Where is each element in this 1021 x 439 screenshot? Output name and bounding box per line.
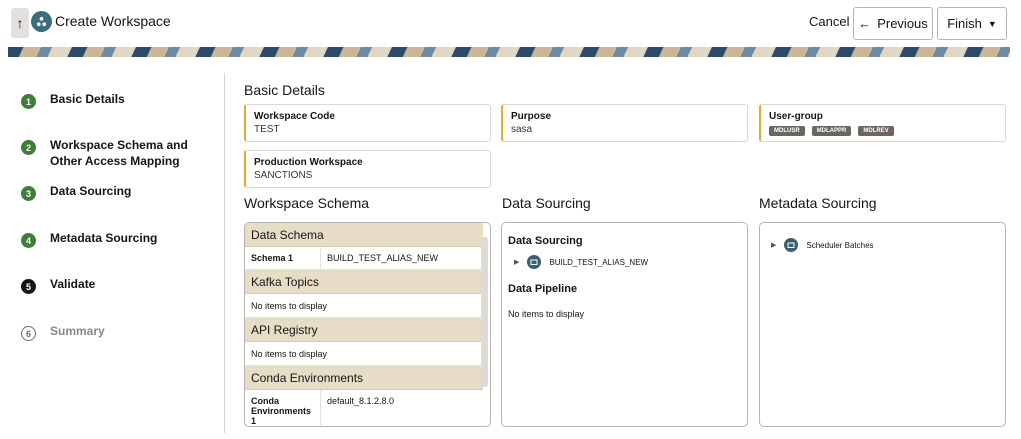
step-label: Validate	[50, 277, 96, 291]
api-registry-header: API Registry	[245, 318, 483, 342]
workspace-app-icon	[31, 11, 52, 32]
step-number-4: 4	[21, 233, 36, 248]
table-row: Schema 1 BUILD_TEST_ALIAS_NEW	[245, 247, 483, 270]
folder-icon	[527, 255, 542, 269]
user-group-label: User-group	[769, 111, 823, 122]
user-group-badge: MDLAPPR	[811, 126, 852, 136]
step-summary[interactable]: 6 Summary	[21, 323, 210, 341]
user-group-card: User-group MDLUSR MDLAPPR MDLREV	[759, 104, 1006, 142]
expand-icon[interactable]: ▶	[771, 241, 776, 249]
data-pipeline-empty-message: No items to display	[508, 309, 585, 319]
previous-button-label: Previous	[877, 16, 928, 31]
metadata-sourcing-heading: Metadata Sourcing	[759, 195, 877, 211]
metadata-tree-item[interactable]: ▶ Scheduler Batches	[771, 238, 1005, 252]
data-sourcing-heading: Data Sourcing	[502, 195, 591, 211]
step-number-1: 1	[21, 94, 36, 109]
purpose-label: Purpose	[511, 111, 552, 122]
conda-key: Conda Environments 1	[245, 390, 321, 426]
cancel-button[interactable]: Cancel	[809, 14, 849, 29]
decorative-banner	[8, 47, 1010, 57]
folder-icon	[784, 238, 799, 252]
previous-button[interactable]: ← Previous	[853, 7, 933, 40]
step-number-2: 2	[21, 140, 36, 155]
kafka-topics-header: Kafka Topics	[245, 270, 483, 294]
finish-button-label: Finish	[947, 16, 982, 31]
api-empty-message: No items to display	[245, 342, 483, 366]
data-source-name: BUILD_TEST_ALIAS_NEW	[549, 257, 649, 267]
purpose-value: sasa	[511, 124, 533, 135]
arrow-up-icon: ↑	[16, 15, 24, 31]
data-pipeline-title: Data Pipeline	[508, 283, 578, 295]
step-number-3: 3	[21, 186, 36, 201]
wizard-steps: 1 Basic Details 2 Workspace Schema and O…	[8, 73, 225, 433]
step-label: Workspace Schema and Other Access Mappin…	[50, 138, 188, 168]
step-label: Data Sourcing	[50, 184, 132, 198]
step-basic-details[interactable]: 1 Basic Details	[21, 91, 210, 109]
table-row: Conda Environments 1 default_8.1.2.8.0	[245, 390, 483, 426]
user-group-badges: MDLUSR MDLAPPR MDLREV	[769, 126, 997, 136]
production-workspace-card: Production Workspace SANCTIONS	[244, 150, 491, 188]
workspace-schema-heading: Workspace Schema	[244, 195, 370, 211]
purpose-card: Purpose sasa	[501, 104, 748, 142]
step-number-5: 5	[21, 279, 36, 294]
workspace-code-label: Workspace Code	[254, 111, 335, 122]
user-group-badge: MDLREV	[858, 126, 894, 136]
arrow-left-icon: ←	[858, 16, 872, 31]
step-label: Metadata Sourcing	[50, 231, 158, 245]
step-validate[interactable]: 5 Validate	[21, 276, 210, 294]
data-sourcing-panel: Data Sourcing ▶ BUILD_TEST_ALIAS_NEW Dat…	[501, 222, 748, 427]
metadata-item-name: Scheduler Batches	[806, 240, 874, 250]
step-label: Basic Details	[50, 92, 125, 106]
step-number-6: 6	[21, 326, 36, 341]
schema-key: Schema 1	[245, 247, 321, 269]
user-group-badge: MDLUSR	[769, 126, 805, 136]
production-workspace-value: SANCTIONS	[254, 170, 313, 181]
expand-icon[interactable]: ▶	[514, 258, 519, 266]
kafka-empty-message: No items to display	[245, 294, 483, 318]
workspace-code-card: Workspace Code TEST	[244, 104, 491, 142]
caret-down-icon: ▼	[987, 18, 997, 29]
vertical-scrollbar[interactable]	[481, 237, 488, 387]
schema-value: BUILD_TEST_ALIAS_NEW	[327, 253, 439, 263]
metadata-sourcing-panel: ▶ Scheduler Batches	[759, 222, 1006, 427]
header-bar: ↑ Create Workspace Cancel ← Previous Fin…	[0, 0, 1021, 44]
step-metadata-sourcing[interactable]: 4 Metadata Sourcing	[21, 230, 210, 248]
step-data-sourcing[interactable]: 3 Data Sourcing	[21, 183, 210, 201]
data-source-tree-item[interactable]: ▶ BUILD_TEST_ALIAS_NEW	[514, 255, 747, 269]
step-workspace-schema[interactable]: 2 Workspace Schema and Other Access Mapp…	[21, 137, 210, 169]
data-sourcing-subtitle: Data Sourcing	[508, 235, 583, 247]
data-schema-header: Data Schema	[245, 223, 483, 247]
conda-value: default_8.1.2.8.0	[327, 396, 395, 406]
step-label: Summary	[50, 324, 105, 338]
workspace-code-value: TEST	[254, 124, 280, 135]
conda-environments-header: Conda Environments	[245, 366, 483, 390]
workspace-schema-panel[interactable]: Data Schema Schema 1 BUILD_TEST_ALIAS_NE…	[244, 222, 491, 427]
production-workspace-label: Production Workspace	[254, 157, 363, 168]
navigate-up-button[interactable]: ↑	[11, 8, 29, 38]
basic-details-heading: Basic Details	[244, 82, 325, 98]
page-title: Create Workspace	[55, 13, 171, 29]
finish-button[interactable]: Finish ▼	[937, 7, 1007, 40]
